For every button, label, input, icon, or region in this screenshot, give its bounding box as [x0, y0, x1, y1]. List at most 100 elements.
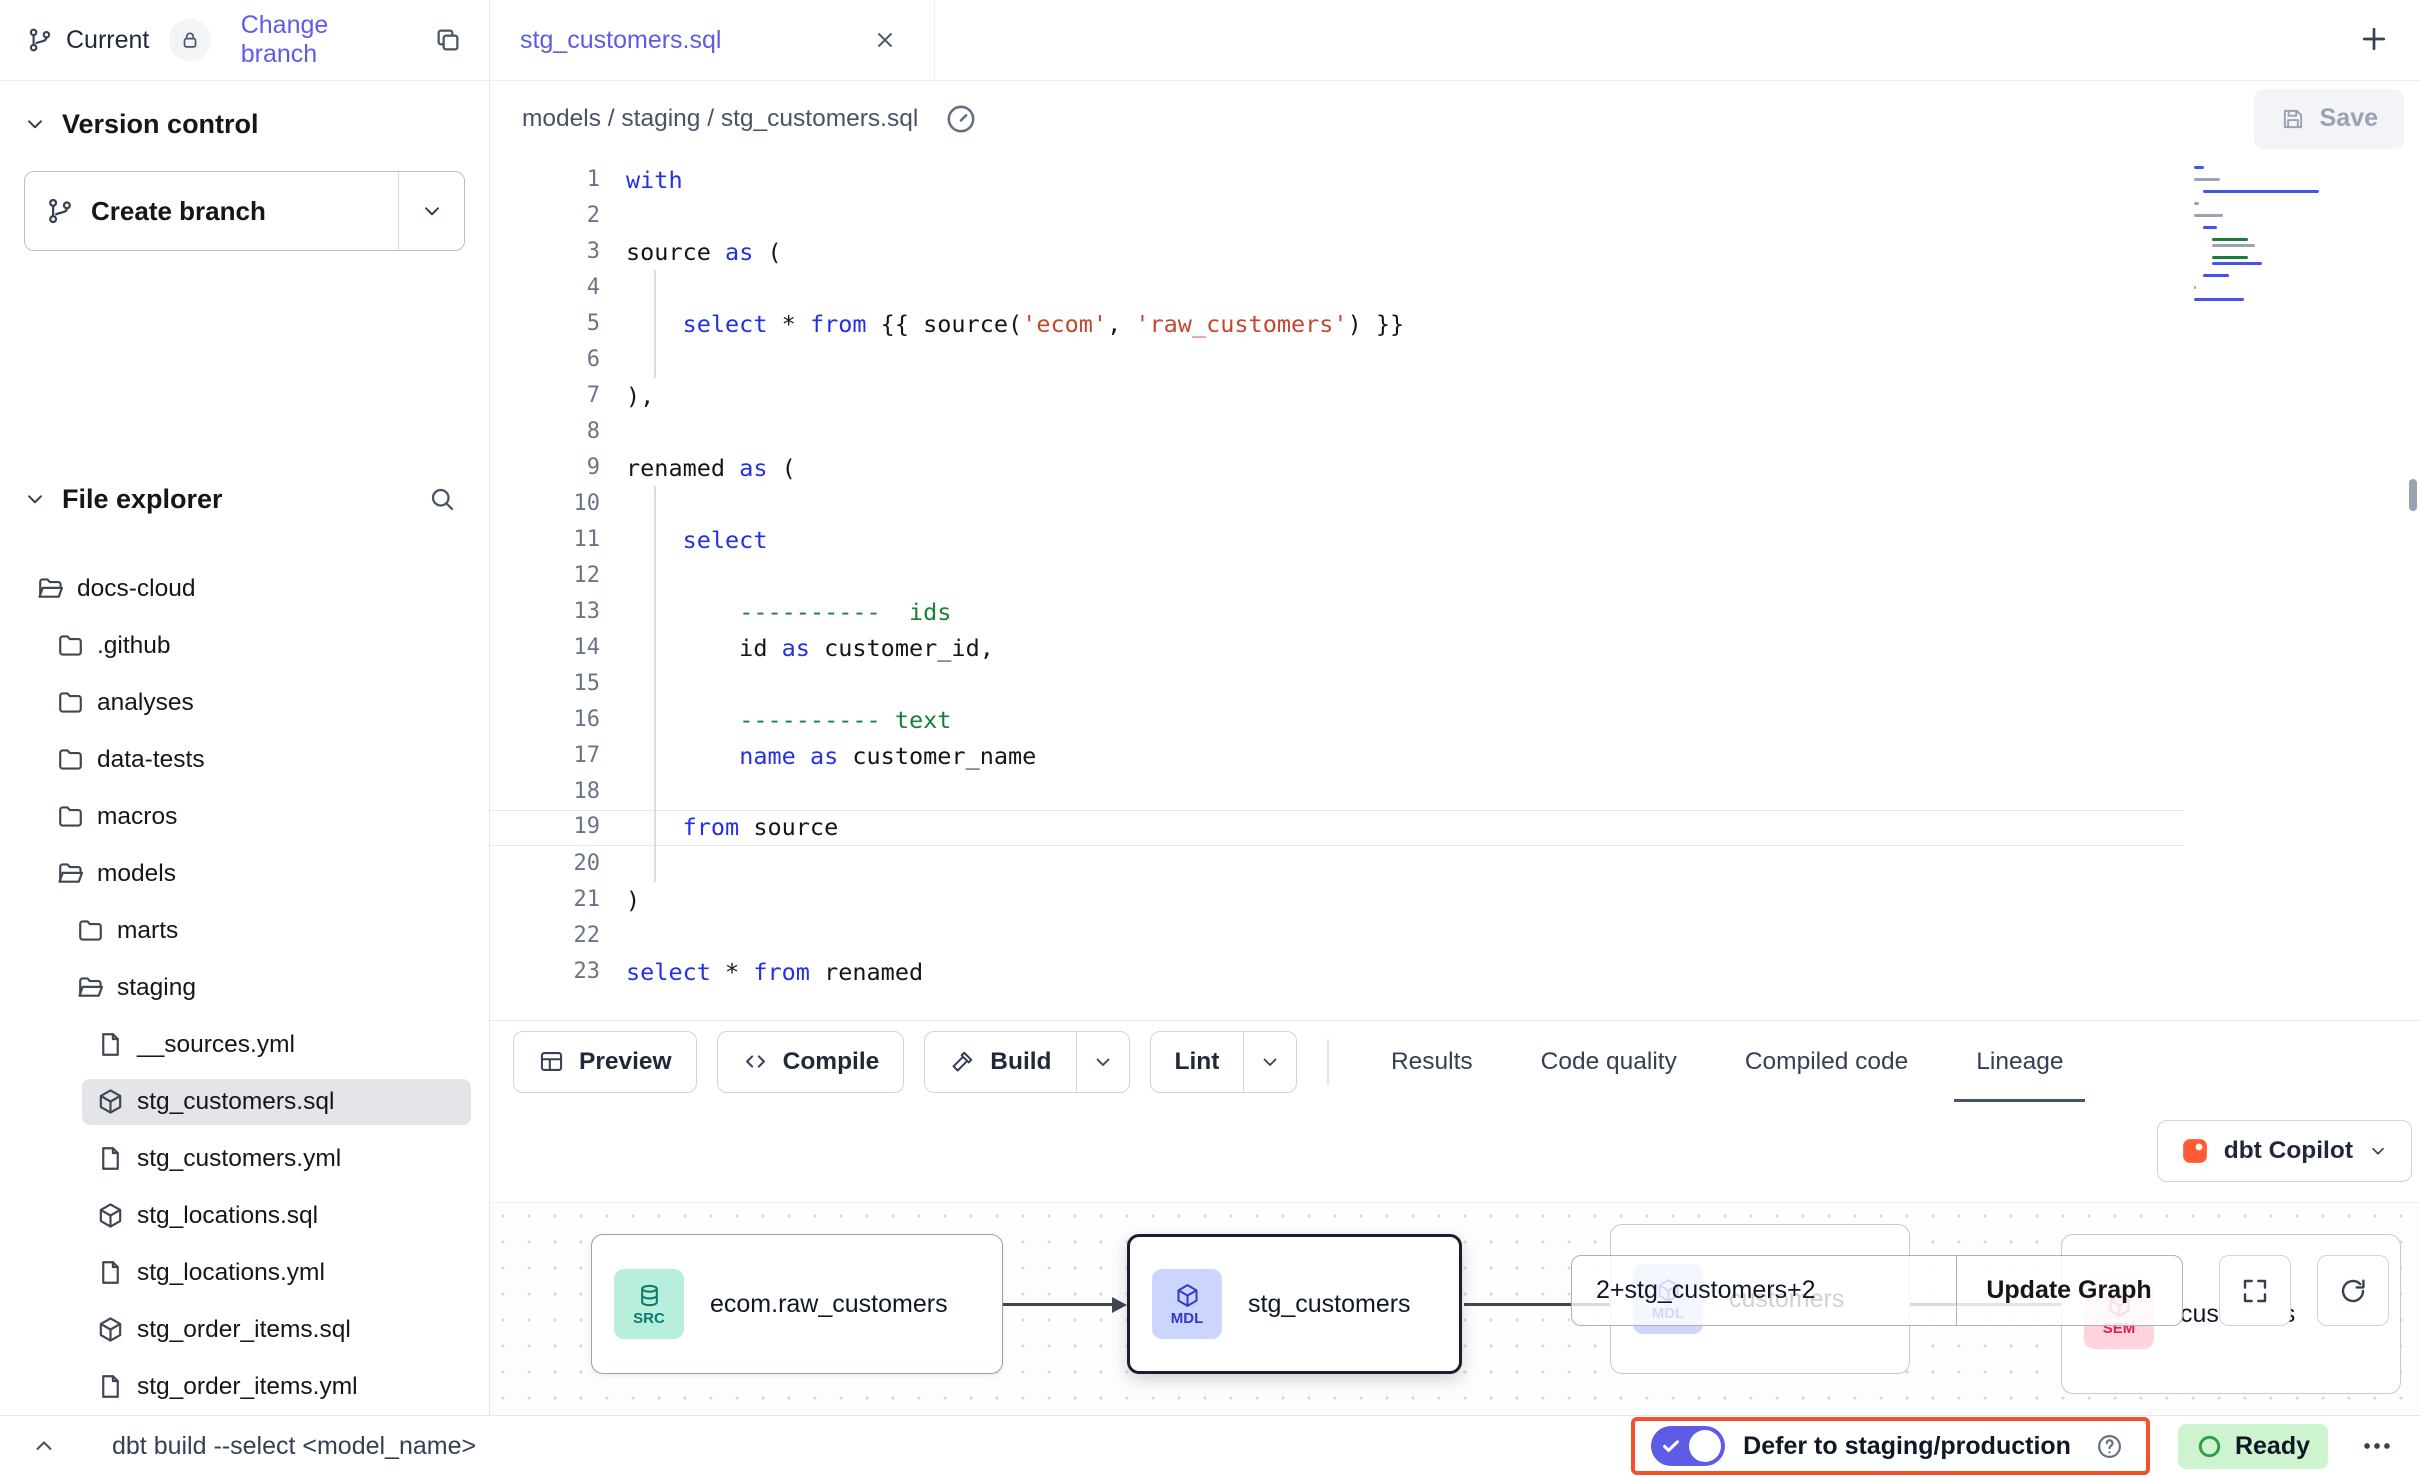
tab-close-button[interactable]	[866, 26, 904, 54]
file-item-macros[interactable]: macros	[0, 788, 489, 845]
code-line-6[interactable]: 6	[490, 342, 2184, 378]
file-item-staging[interactable]: staging	[0, 959, 489, 1016]
editor-minimap[interactable]	[2194, 166, 2316, 304]
code-line-7[interactable]: 7),	[490, 378, 2184, 414]
line-number: 23	[490, 954, 626, 990]
file-search-button[interactable]	[421, 483, 463, 515]
file-item-__sources.yml[interactable]: __sources.yml	[0, 1016, 489, 1073]
tab-compiled-code[interactable]: Compiled code	[1739, 1021, 1914, 1102]
editor-scrollbar-thumb[interactable]	[2409, 479, 2417, 511]
code-line-22[interactable]: 22	[490, 918, 2184, 954]
new-tab-button[interactable]	[2350, 20, 2398, 58]
file-item-analyses[interactable]: analyses	[0, 674, 489, 731]
minimap-line	[2203, 274, 2229, 277]
save-button[interactable]: Save	[2254, 89, 2404, 149]
build-command-text: dbt build --select <model_name>	[112, 1432, 476, 1461]
file-item-stg_customers.yml[interactable]: stg_customers.yml	[0, 1130, 489, 1187]
line-number: 3	[490, 234, 626, 270]
breadcrumb: models / staging / stg_customers.sql	[522, 105, 918, 133]
code-line-9[interactable]: 9renamed as (	[490, 450, 2184, 486]
refresh-graph-button[interactable]	[2317, 1255, 2389, 1326]
more-options-button[interactable]	[2354, 1428, 2400, 1464]
version-control-header[interactable]: Version control	[22, 107, 489, 141]
code-line-8[interactable]: 8	[490, 414, 2184, 450]
dbt-copilot-label: dbt Copilot	[2224, 1137, 2353, 1165]
code-line-17[interactable]: 17 name as customer_name	[490, 738, 2184, 774]
file-item-stg_locations.sql[interactable]: stg_locations.sql	[0, 1187, 489, 1244]
file-item-label: stg_order_items.sql	[137, 1316, 351, 1344]
collapse-panel-button[interactable]	[24, 1431, 64, 1461]
file-item-.github[interactable]: .github	[0, 617, 489, 674]
defer-toggle[interactable]	[1651, 1426, 1725, 1466]
file-item-models[interactable]: models	[0, 845, 489, 902]
git-branch-icon	[26, 26, 54, 54]
compile-button[interactable]: Compile	[717, 1031, 905, 1093]
toolbar-divider	[1327, 1039, 1329, 1085]
file-icon	[96, 1030, 125, 1059]
code-line-2[interactable]: 2	[490, 198, 2184, 234]
editor-toolbar: Preview Compile Build Lint	[490, 1020, 2420, 1102]
lint-button[interactable]: Lint	[1150, 1031, 1244, 1093]
create-branch-button[interactable]: Create branch	[25, 172, 398, 250]
file-explorer-toggle[interactable]: File explorer	[22, 484, 421, 515]
code-line-15[interactable]: 15	[490, 666, 2184, 702]
tab-results[interactable]: Results	[1385, 1021, 1479, 1102]
file-item-label: macros	[97, 803, 177, 831]
create-branch-dropdown-button[interactable]	[398, 172, 464, 250]
code-line-16[interactable]: 16 ---------- text	[490, 702, 2184, 738]
ellipsis-icon	[2360, 1429, 2394, 1463]
file-item-data-tests[interactable]: data-tests	[0, 731, 489, 788]
code-line-4[interactable]: 4	[490, 270, 2184, 306]
model-icon	[96, 1087, 125, 1116]
gauge-icon[interactable]	[938, 101, 984, 137]
code-line-5[interactable]: 5 select * from {{ source('ecom', 'raw_c…	[490, 306, 2184, 342]
code-line-13[interactable]: 13 ---------- ids	[490, 594, 2184, 630]
code-line-11[interactable]: 11 select	[490, 522, 2184, 558]
file-item-stg_customers.sql[interactable]: stg_customers.sql	[0, 1073, 489, 1130]
lineage-selector-input[interactable]	[1571, 1255, 1957, 1326]
tab-stg-customers-sql[interactable]: stg_customers.sql	[490, 0, 935, 80]
build-button[interactable]: Build	[924, 1031, 1075, 1093]
line-number: 11	[490, 522, 626, 558]
code-line-21[interactable]: 21)	[490, 882, 2184, 918]
current-branch-button[interactable]: Current	[20, 25, 155, 56]
fullscreen-button[interactable]	[2219, 1255, 2291, 1326]
lint-dropdown-button[interactable]	[1243, 1031, 1297, 1093]
file-item-stg_order_items.yml[interactable]: stg_order_items.yml	[0, 1358, 489, 1415]
defer-help-button[interactable]	[2089, 1431, 2130, 1462]
line-number: 17	[490, 738, 626, 774]
code-line-20[interactable]: 20	[490, 846, 2184, 882]
minimap-line	[2212, 244, 2255, 247]
line-number: 1	[490, 162, 626, 198]
tab-code-quality[interactable]: Code quality	[1535, 1021, 1683, 1102]
file-item-marts[interactable]: marts	[0, 902, 489, 959]
lineage-canvas[interactable]: MDL customers SEM customers SRC ecom.raw…	[490, 1202, 2420, 1415]
file-item-label: stg_customers.yml	[137, 1145, 341, 1173]
code-line-1[interactable]: 1with	[490, 162, 2184, 198]
lineage-node-ecom-raw-customers[interactable]: SRC ecom.raw_customers	[591, 1234, 1003, 1374]
file-item-label: analyses	[97, 689, 194, 717]
tab-lineage[interactable]: Lineage	[1970, 1021, 2069, 1102]
update-graph-button[interactable]: Update Graph	[1956, 1255, 2183, 1326]
preview-button[interactable]: Preview	[513, 1031, 697, 1093]
change-branch-link[interactable]: Change branch	[241, 11, 409, 69]
line-number: 16	[490, 702, 626, 738]
file-item-stg_locations.yml[interactable]: stg_locations.yml	[0, 1244, 489, 1301]
folder-icon	[56, 631, 85, 660]
copy-branch-button[interactable]	[427, 24, 469, 56]
lineage-node-stg-customers[interactable]: MDL stg_customers	[1127, 1234, 1462, 1374]
copy-icon	[433, 25, 463, 55]
code-line-14[interactable]: 14 id as customer_id,	[490, 630, 2184, 666]
dbt-copilot-button[interactable]: dbt Copilot	[2157, 1120, 2412, 1182]
code-line-19[interactable]: 19 from source	[490, 810, 2184, 846]
code-line-3[interactable]: 3source as (	[490, 234, 2184, 270]
code-line-18[interactable]: 18	[490, 774, 2184, 810]
build-dropdown-button[interactable]	[1076, 1031, 1130, 1093]
file-item-stg_order_items.sql[interactable]: stg_order_items.sql	[0, 1301, 489, 1358]
code-line-10[interactable]: 10	[490, 486, 2184, 522]
code-line-12[interactable]: 12	[490, 558, 2184, 594]
code-line-23[interactable]: 23select * from renamed	[490, 954, 2184, 990]
code-editor[interactable]: 1with23source as (45 select * from {{ so…	[490, 156, 2420, 1020]
file-item-docs-cloud[interactable]: docs-cloud	[0, 560, 489, 617]
minimap-line	[2203, 226, 2217, 229]
